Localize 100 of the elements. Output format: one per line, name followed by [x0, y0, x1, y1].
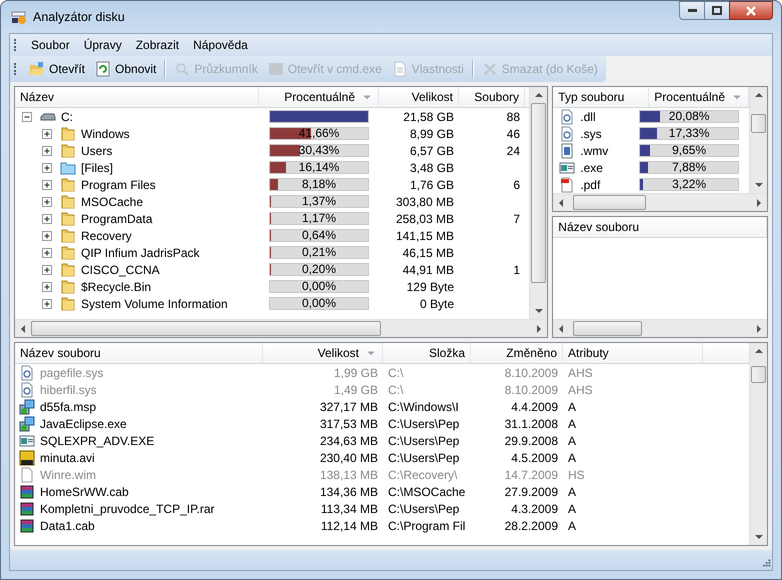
menu-item[interactable]: Úpravy	[78, 36, 128, 54]
column-header[interactable]: Procentuálně	[259, 87, 379, 107]
close-button[interactable]	[729, 1, 773, 20]
window-title: Analyzátor disku	[33, 10, 125, 24]
date-cell: 4.5.2009	[511, 450, 558, 464]
scrollbar-thumb[interactable]	[751, 366, 766, 383]
minimize-button[interactable]	[679, 1, 705, 20]
left-arrow-icon[interactable]	[21, 324, 25, 332]
count-cell: 1	[513, 262, 520, 276]
folder-cell: C:\	[388, 366, 404, 380]
down-arrow-icon[interactable]	[534, 309, 543, 313]
percent-text: 17,33%	[668, 128, 710, 139]
tree-item[interactable]: QIP Infium JadrisPack	[81, 246, 200, 260]
column-header[interactable]: Soubory	[459, 87, 525, 107]
left-arrow-icon[interactable]	[559, 324, 564, 332]
tree-item[interactable]: Recovery	[81, 228, 132, 242]
column-header[interactable]: Název	[15, 87, 259, 107]
folder-cell: C:\MSOCache	[388, 484, 466, 498]
left-arrow-icon[interactable]	[559, 198, 564, 206]
vertical-scrollbar[interactable]	[529, 87, 548, 319]
column-header[interactable]: Změněno	[471, 343, 563, 363]
toolbar-button[interactable]: Otevřít	[25, 59, 90, 79]
attributes-cell: AHS	[568, 382, 593, 396]
column-header[interactable]: Velikost	[263, 343, 383, 363]
maximize-button[interactable]	[704, 1, 730, 20]
size-cell-text: 303,80 MB	[394, 194, 455, 208]
archive-icon	[19, 518, 35, 534]
column-header[interactable]: Velikost	[379, 87, 459, 107]
file-name[interactable]: d55fa.msp	[40, 400, 96, 414]
toolbar-button[interactable]: Obnovit	[91, 59, 160, 79]
file-name[interactable]: Data1.cab	[40, 518, 95, 532]
column-header[interactable]: Typ souboru	[553, 87, 650, 107]
column-header[interactable]: Název souboru	[553, 217, 767, 237]
horizontal-scrollbar[interactable]	[15, 319, 548, 337]
file-type[interactable]: .pdf	[580, 178, 600, 192]
scrollbar-thumb[interactable]	[31, 321, 382, 336]
file-type[interactable]: .exe	[580, 160, 603, 174]
maximize-icon	[712, 6, 722, 15]
file-type[interactable]: .sys	[580, 126, 602, 140]
folder-cell: C:\Users\Pep	[388, 416, 460, 430]
tree-item[interactable]: [Files]	[81, 160, 114, 174]
folder-icon	[60, 160, 76, 176]
file-name[interactable]: SQLEXPR_ADV.EXE	[40, 434, 154, 448]
file-name[interactable]: Kompletni_pruvodce_TCP_IP.rar	[40, 502, 215, 516]
tree-item[interactable]: MSOCache	[81, 194, 144, 208]
menu-item[interactable]: Nápověda	[187, 36, 254, 54]
vertical-scrollbar[interactable]	[749, 87, 767, 193]
column-header[interactable]: Složka	[383, 343, 471, 363]
down-arrow-icon[interactable]	[754, 535, 762, 539]
percent-text: 0,00%	[300, 298, 338, 309]
folder-cell: C:\Users\Pep	[388, 502, 460, 516]
tree-item[interactable]: System Volume Information	[81, 296, 228, 310]
file-name[interactable]: JavaEclipse.exe	[40, 416, 127, 430]
folder-cell: C:\Recovery\	[388, 468, 458, 482]
tree-item[interactable]: C:	[61, 110, 73, 124]
menu-item[interactable]: Soubor	[25, 36, 76, 54]
column-header[interactable]: Atributy	[563, 343, 703, 363]
right-arrow-icon[interactable]	[757, 324, 761, 332]
attributes-cell: AHS	[568, 366, 593, 380]
file-type[interactable]: .dll	[580, 110, 596, 124]
right-arrow-icon[interactable]	[757, 198, 761, 206]
file-type[interactable]: .wmv	[580, 144, 608, 158]
size-cell-text: 8,99 GB	[408, 126, 455, 140]
open-folder-icon	[29, 61, 45, 77]
column-header[interactable]: Název souboru	[15, 343, 263, 363]
horizontal-scrollbar[interactable]	[553, 319, 767, 337]
tree-item[interactable]: ProgramData	[81, 212, 152, 226]
scrollbar-thumb[interactable]	[751, 114, 766, 133]
percent-text: 1,37%	[300, 196, 338, 207]
menu-item[interactable]: Zobrazit	[130, 36, 186, 54]
app-icon	[11, 9, 27, 25]
tree-item[interactable]: CISCO_CCNA	[81, 262, 160, 276]
right-arrow-icon[interactable]	[537, 324, 542, 332]
file-name[interactable]: HomeSrWW.cab	[40, 484, 129, 498]
tree-item[interactable]: Users	[81, 144, 112, 158]
up-arrow-icon[interactable]	[534, 93, 543, 97]
date-cell: 27.9.2009	[504, 484, 558, 498]
tree-item[interactable]: Program Files	[81, 178, 156, 192]
size-cell: 317,53 MB	[320, 416, 378, 430]
tree-item[interactable]: Windows	[81, 126, 130, 140]
file-name[interactable]: minuta.avi	[40, 450, 95, 464]
archive-icon	[19, 500, 35, 516]
down-arrow-icon[interactable]	[754, 183, 762, 187]
percent-text: 1,17%	[300, 213, 338, 224]
size-cell-text: 44,91 MB	[402, 262, 455, 276]
horizontal-scrollbar[interactable]	[553, 193, 767, 211]
up-arrow-icon[interactable]	[754, 349, 762, 353]
size-cell: 1,49 GB	[334, 382, 378, 396]
scrollbar-thumb[interactable]	[572, 321, 642, 336]
up-arrow-icon[interactable]	[754, 93, 762, 97]
delete-icon	[482, 61, 498, 77]
scrollbar-thumb[interactable]	[531, 103, 546, 283]
tree-item[interactable]: $Recycle.Bin	[81, 280, 152, 294]
vertical-scrollbar[interactable]	[749, 343, 767, 545]
attributes-cell: A	[568, 502, 576, 516]
window-icon	[559, 160, 576, 176]
folder-cell: C:\Users\Pep	[388, 450, 460, 464]
scrollbar-thumb[interactable]	[572, 195, 646, 210]
percent-text: 3,22%	[671, 179, 708, 190]
attributes-cell: A	[568, 434, 576, 448]
